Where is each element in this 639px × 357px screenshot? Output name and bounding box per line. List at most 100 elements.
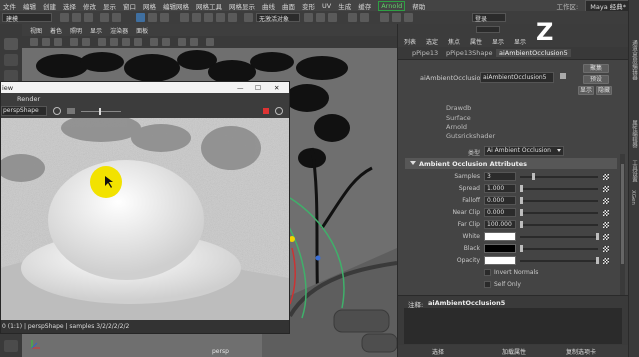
ao-attributes-section[interactable]: Ambient Occlusion Attributes <box>405 158 617 169</box>
color-slider-knob[interactable] <box>596 257 599 264</box>
ae-menu-list[interactable]: 列表 <box>404 37 416 46</box>
color-swatch[interactable] <box>484 244 516 253</box>
xray-icon[interactable] <box>150 38 158 46</box>
attr-value-field[interactable]: 0.000 <box>484 196 516 205</box>
exposure-icon[interactable] <box>67 108 75 114</box>
menu-mesh[interactable]: 网格 <box>143 1 156 11</box>
lasso-tool-icon[interactable] <box>4 54 18 66</box>
map-button-icon[interactable] <box>603 258 609 264</box>
render-settings-gear-icon[interactable] <box>275 107 283 115</box>
film-gate-icon[interactable] <box>82 38 90 46</box>
stop-render-icon[interactable] <box>263 108 269 114</box>
camera-icon[interactable] <box>30 38 38 46</box>
menu-set-dropdown[interactable]: 建模 <box>2 13 52 23</box>
render-frame-icon[interactable] <box>304 13 313 22</box>
attr-slider[interactable] <box>520 212 598 214</box>
snap-curve-icon[interactable] <box>192 13 201 22</box>
attr-value-field[interactable]: 3 <box>484 172 516 181</box>
menu-arnold[interactable]: Arnold <box>378 0 406 11</box>
attr-slider[interactable] <box>520 200 598 202</box>
new-scene-icon[interactable] <box>60 13 69 22</box>
close-icon[interactable]: ✕ <box>274 84 279 92</box>
menu-curves[interactable]: 曲线 <box>262 1 275 11</box>
arnold-render-icon[interactable] <box>348 13 357 22</box>
menu-edit-mesh[interactable]: 编辑网格 <box>163 1 189 11</box>
map-button-icon[interactable] <box>603 174 609 180</box>
save-scene-icon[interactable] <box>84 13 93 22</box>
menu-deform[interactable]: 变形 <box>302 1 315 11</box>
maximize-icon[interactable]: ☐ <box>255 84 261 92</box>
menu-select[interactable]: 选择 <box>63 1 76 11</box>
color-slider[interactable] <box>520 236 598 238</box>
color-slider-knob[interactable] <box>596 233 599 240</box>
viewport-menu-lighting[interactable]: 照明 <box>70 26 82 35</box>
bookmark-icon[interactable] <box>54 38 62 46</box>
node-tab-pipe-shape[interactable]: pPipe13Shape <box>446 49 492 57</box>
menu-surfaces[interactable]: 曲面 <box>282 1 295 11</box>
attr-value-field[interactable]: 100.000 <box>484 220 516 229</box>
checkbox[interactable] <box>484 281 491 288</box>
color-slider-knob[interactable] <box>520 245 523 252</box>
collapse-triangle-icon[interactable] <box>410 161 416 165</box>
login-dropdown[interactable]: 登录 <box>472 13 506 23</box>
color-swatch[interactable] <box>484 256 516 265</box>
render-menu[interactable]: Render <box>17 95 40 103</box>
select-component-icon[interactable] <box>160 13 169 22</box>
snap-surface-icon[interactable] <box>228 13 237 22</box>
hypershade-icon[interactable] <box>360 13 369 22</box>
exposure-slider[interactable] <box>81 111 121 112</box>
notes-text-area[interactable] <box>404 308 622 344</box>
ae-hide-button[interactable]: 隐藏 <box>596 86 612 95</box>
ambient-occlusion-icon[interactable] <box>178 38 186 46</box>
ae-presets-button[interactable]: 预设 <box>583 75 609 84</box>
snap-point-icon[interactable] <box>204 13 213 22</box>
menu-help[interactable]: 帮助 <box>412 1 425 11</box>
ae-menu-show[interactable]: 显示 <box>492 37 504 46</box>
attr-slider-knob[interactable] <box>520 221 523 228</box>
minimize-icon[interactable]: — <box>237 84 244 92</box>
ae-load-attributes-button[interactable]: 加载属性 <box>502 347 526 356</box>
map-button-icon[interactable] <box>603 222 609 228</box>
menu-uv[interactable]: UV <box>322 2 331 10</box>
type-dropdown[interactable]: Ai Ambient Occlusion <box>484 146 564 156</box>
menu-cache[interactable]: 缓存 <box>358 1 371 11</box>
lights-icon[interactable] <box>134 38 142 46</box>
attribute-editor-icon[interactable] <box>380 13 389 22</box>
menu-generate[interactable]: 生成 <box>338 1 351 11</box>
map-button-icon[interactable] <box>603 186 609 192</box>
focus-icon[interactable] <box>560 73 566 79</box>
menu-create[interactable]: 创建 <box>43 1 56 11</box>
xgen-tab[interactable]: XGen <box>630 190 636 205</box>
ae-menu-help[interactable]: 显示 <box>514 37 526 46</box>
viewport-menu-shading[interactable]: 着色 <box>50 26 62 35</box>
isolate-icon[interactable] <box>162 38 170 46</box>
attribute-editor-tab[interactable]: 属性编辑器 <box>630 120 638 148</box>
grid-icon[interactable] <box>70 38 78 46</box>
snap-grid-icon[interactable] <box>180 13 189 22</box>
checkbox[interactable] <box>484 269 491 276</box>
tool-settings-tab[interactable]: 工具设置 <box>630 160 638 182</box>
ipr-render-icon[interactable] <box>316 13 325 22</box>
attr-slider-knob[interactable] <box>520 197 523 204</box>
ae-show-button[interactable]: 显示 <box>578 86 594 95</box>
ae-scrollbar-thumb[interactable] <box>621 164 624 264</box>
depth-of-field-icon[interactable] <box>206 38 214 46</box>
map-button-icon[interactable] <box>603 234 609 240</box>
menu-windows[interactable]: 窗口 <box>123 1 136 11</box>
undo-icon[interactable] <box>100 13 109 22</box>
menu-mesh-display[interactable]: 网格显示 <box>229 1 255 11</box>
ae-scrollbar[interactable] <box>620 154 625 314</box>
color-swatch[interactable] <box>484 232 516 241</box>
viewport-menu-panels[interactable]: 面板 <box>136 26 148 35</box>
viewport-menu-show[interactable]: 显示 <box>90 26 102 35</box>
ae-search-field[interactable] <box>476 26 500 33</box>
color-slider[interactable] <box>520 248 598 250</box>
symmetry-icon[interactable] <box>244 13 253 22</box>
ae-copy-tab-button[interactable]: 复制选项卡 <box>566 347 596 356</box>
tool-settings-icon[interactable] <box>392 13 401 22</box>
viewport-menu-renderer[interactable]: 渲染器 <box>110 26 128 35</box>
attr-slider-knob[interactable] <box>520 209 523 216</box>
menu-file[interactable]: 文件 <box>3 1 16 11</box>
ae-menu-attributes[interactable]: 属性 <box>470 37 482 46</box>
color-slider[interactable] <box>520 260 598 262</box>
